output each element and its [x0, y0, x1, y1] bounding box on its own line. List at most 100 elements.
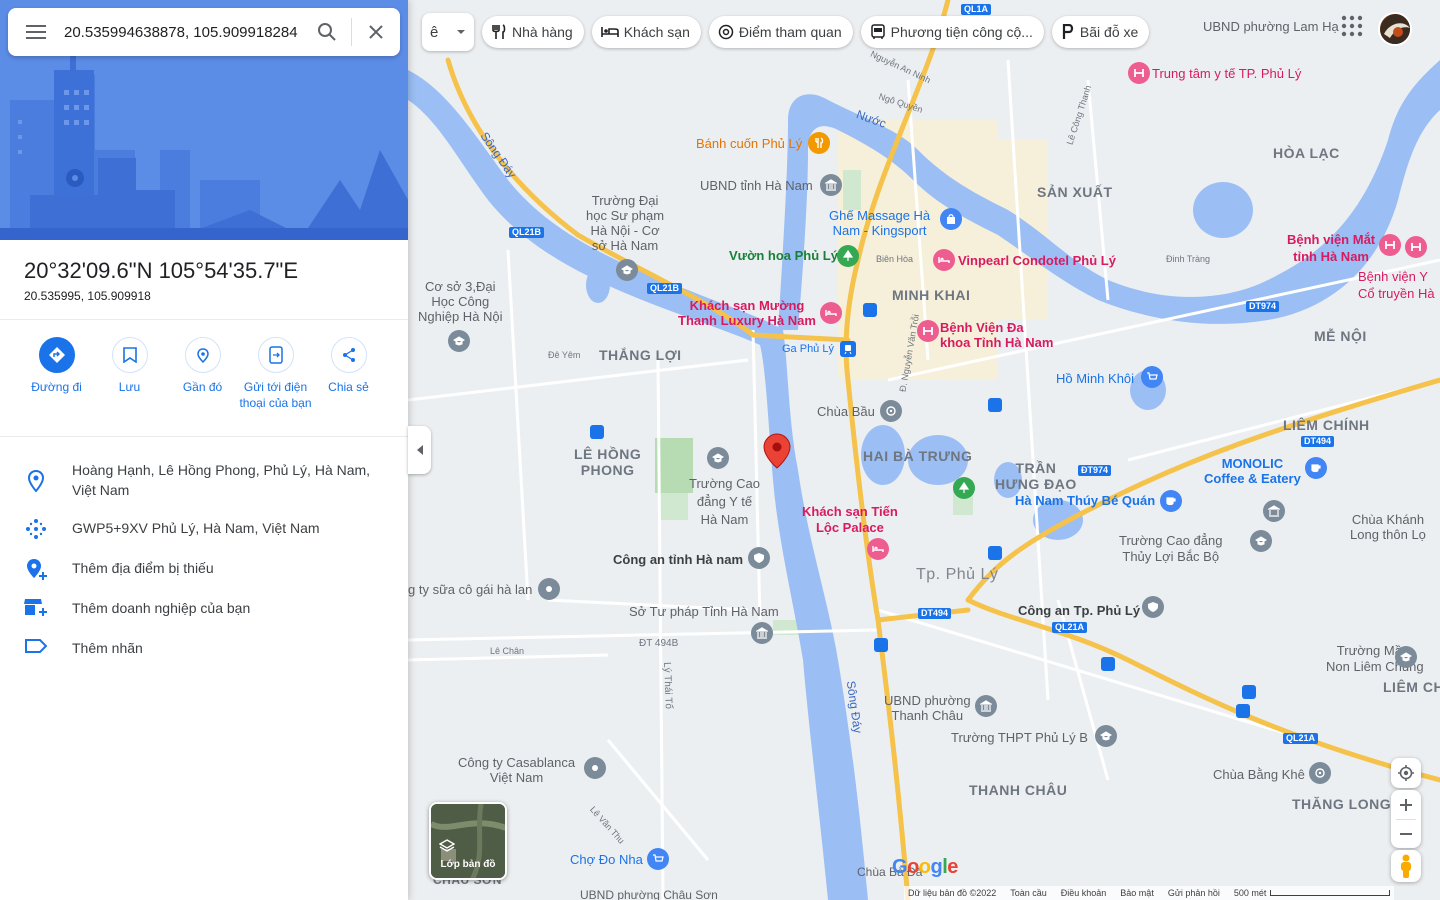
shopping-pin-icon-2[interactable] — [1141, 366, 1163, 388]
poi-cho-do-nha[interactable]: Chợ Đo Nha — [570, 852, 643, 867]
footer-privacy[interactable]: Bảo mật — [1120, 888, 1154, 898]
bus-stop-icon-4[interactable] — [874, 638, 888, 652]
poi-ubnd-tinh[interactable]: UBND tỉnh Hà Nam — [700, 178, 813, 193]
save-button[interactable]: Lưu — [93, 337, 166, 411]
poi-vuon-hoa[interactable]: Vườn hoa Phủ Lý — [729, 248, 838, 263]
chip-restaurants[interactable]: Nhà hàng — [482, 16, 584, 48]
school-pin-icon-6[interactable] — [1095, 725, 1117, 747]
poi-bv-da-khoa[interactable]: Bệnh Viện Đa khoa Tỉnh Hà Nam — [940, 320, 1053, 350]
chip-more[interactable]: ê — [422, 13, 474, 51]
add-label-row[interactable]: Thêm nhãn — [0, 638, 408, 658]
poi-ubnd-thanh-chau[interactable]: UBND phường Thanh Châu — [884, 693, 971, 723]
poi-cong-an-tp[interactable]: Công an Tp. Phủ Lý — [1018, 603, 1140, 618]
add-missing-place-row[interactable]: Thêm địa điểm bị thiếu — [0, 558, 408, 580]
school-pin-icon-4[interactable] — [1250, 530, 1272, 552]
poi-monolic[interactable]: MONOLIC Coffee & Eatery — [1204, 456, 1301, 486]
company-pin-icon[interactable] — [538, 578, 560, 600]
poi-bv-y-co[interactable]: Bệnh viện Y Cổ truyền Hà — [1358, 268, 1435, 302]
cafe-pin-icon-2[interactable] — [1305, 457, 1327, 479]
footer-global[interactable]: Toàn cầu — [1010, 888, 1047, 898]
school-pin-icon-5[interactable] — [1395, 646, 1417, 668]
gov-pin-icon-3[interactable] — [975, 695, 997, 717]
bus-stop-icon-2[interactable] — [988, 398, 1002, 412]
chip-transit[interactable]: Phương tiện công cộ... — [860, 16, 1044, 48]
poi-casablanca[interactable]: Công ty Casablanca Việt Nam — [458, 755, 575, 785]
search-input[interactable] — [64, 23, 303, 41]
zoom-out-button[interactable] — [1400, 820, 1412, 848]
hospital-pin-icon[interactable] — [917, 320, 939, 342]
bus-stop-icon-8[interactable] — [863, 303, 877, 317]
police-pin-icon[interactable] — [748, 547, 770, 569]
temple-pin-icon-2[interactable] — [1263, 500, 1285, 522]
menu-button[interactable] — [8, 8, 64, 56]
bus-stop-icon[interactable] — [590, 425, 604, 439]
chip-attractions[interactable]: Điểm tham quan — [708, 16, 853, 48]
chip-parking[interactable]: Bãi đỗ xe — [1051, 16, 1150, 48]
nearby-button[interactable]: Gần đó — [166, 337, 239, 411]
apps-grid-icon[interactable] — [1340, 14, 1364, 43]
company-pin-icon-2[interactable] — [584, 757, 606, 779]
park-pin-icon-2[interactable] — [953, 477, 975, 499]
poi-co-so-3[interactable]: Cơ sở 3,Đại Học Công Nghiệp Hà Nội — [418, 279, 503, 324]
poi-truong-dhsp[interactable]: Trường Đại học Sư phạm Hà Nội - Cơ sở Hà… — [586, 193, 664, 253]
hospital-pin-icon-3[interactable] — [1379, 234, 1401, 256]
poi-ho-minh-khoi[interactable]: Hồ Minh Khôi — [1056, 371, 1134, 386]
poi-ha-nam-thuy-be[interactable]: Hà Nam Thúy Bé Quán — [1015, 493, 1155, 508]
hospital-pin-icon-4[interactable] — [1405, 236, 1427, 258]
cafe-pin-icon[interactable] — [1160, 490, 1182, 512]
school-pin-icon-3[interactable] — [707, 447, 729, 469]
footer-feedback[interactable]: Gửi phản hồi — [1168, 888, 1220, 898]
add-business-row[interactable]: Thêm doanh nghiệp của bạn — [0, 598, 408, 618]
school-pin-icon[interactable] — [616, 259, 638, 281]
poi-chua-bau[interactable]: Chùa Bầu — [817, 404, 875, 419]
poi-cd-thuy-loi[interactable]: Trường Cao đẳng Thủy Lợi Bắc Bộ — [1119, 533, 1222, 565]
avatar[interactable] — [1378, 12, 1412, 46]
poi-thpt-phu-ly-b[interactable]: Trường THPT Phủ Lý B — [951, 730, 1088, 745]
poi-bv-mat[interactable]: Bệnh viện Mắt tỉnh Hà Nam — [1287, 231, 1375, 265]
share-button[interactable]: Chia sẻ — [312, 337, 385, 411]
address-row[interactable]: Hoàng Hạnh, Lê Hồng Phong, Phủ Lý, Hà Na… — [0, 460, 408, 500]
poi-cty-sua[interactable]: g ty sữa cô gái hà lan — [408, 582, 532, 597]
shopping-pin-icon[interactable] — [940, 208, 962, 230]
police-pin-icon-2[interactable] — [1142, 596, 1164, 618]
directions-button[interactable]: Đường đi — [20, 337, 93, 411]
poi-chua-bang-khe[interactable]: Chùa Bằng Khê — [1213, 767, 1305, 782]
hotel-pin-icon-3[interactable] — [867, 538, 889, 560]
poi-banh-cuon[interactable]: Bánh cuốn Phủ Lý — [696, 136, 802, 151]
temple-pin-icon-3[interactable] — [1309, 762, 1331, 784]
street-view-pegman[interactable] — [1391, 850, 1421, 882]
poi-ubnd-lam-ha[interactable]: UBND phường Lam Hạ — [1203, 19, 1339, 34]
restaurant-pin-icon[interactable] — [808, 132, 830, 154]
send-to-phone-button[interactable]: Gửi tới điện thoại của bạn — [239, 337, 312, 411]
my-location-button[interactable] — [1391, 758, 1421, 788]
gov-pin-icon[interactable] — [820, 174, 842, 196]
poi-ubnd-chau-son[interactable]: UBND phường Châu Sơn — [580, 888, 718, 900]
bus-stop-icon-3[interactable] — [988, 546, 1002, 560]
gov-pin-icon-2[interactable] — [751, 622, 773, 644]
poi-ks-tien-loc[interactable]: Khách sạn Tiến Lộc Palace — [802, 504, 898, 536]
temple-pin-icon[interactable] — [880, 400, 902, 422]
clear-search-button[interactable] — [352, 8, 400, 56]
park-pin-icon[interactable] — [837, 245, 859, 267]
poi-so-tu-phap[interactable]: Sở Tư pháp Tỉnh Hà Nam — [629, 604, 779, 619]
map-canvas[interactable]: THẮNG LỢI LÊ HỒNG PHONG MINH KHAI HAI BÀ… — [408, 0, 1440, 900]
search-button[interactable] — [303, 8, 351, 56]
poi-ks-muong-thanh[interactable]: Khách sạn Mường Thanh Luxury Hà Nam — [678, 298, 816, 328]
collapse-panel-button[interactable] — [408, 426, 431, 474]
layers-button[interactable]: Lớp bản đồ — [429, 802, 507, 880]
poi-vinpearl[interactable]: Vinpearl Condotel Phủ Lý — [958, 253, 1116, 268]
zoom-in-button[interactable] — [1400, 791, 1412, 819]
poi-cong-an-tinh[interactable]: Công an tỉnh Hà nam — [613, 552, 743, 567]
poi-ga-phu-ly[interactable]: Ga Phủ Lý — [782, 343, 834, 355]
hotel-pin-icon[interactable] — [933, 249, 955, 271]
train-station-icon[interactable] — [840, 341, 856, 357]
plus-code-row[interactable]: GWP5+9XV Phủ Lý, Hà Nam, Việt Nam — [0, 518, 408, 540]
bus-stop-icon-7[interactable] — [1236, 704, 1250, 718]
school-pin-icon-2[interactable] — [448, 330, 470, 352]
footer-scale[interactable]: 500 mét — [1234, 888, 1267, 898]
bus-stop-icon-6[interactable] — [1242, 685, 1256, 699]
hotel-pin-icon-2[interactable] — [820, 302, 842, 324]
hospital-pin-icon-2[interactable] — [1128, 62, 1150, 84]
poi-chua-khanh[interactable]: Chùa Khánh Long thôn Lọ — [1350, 512, 1426, 542]
poi-ttyt[interactable]: Trung tâm y tế TP. Phủ Lý — [1152, 66, 1301, 81]
